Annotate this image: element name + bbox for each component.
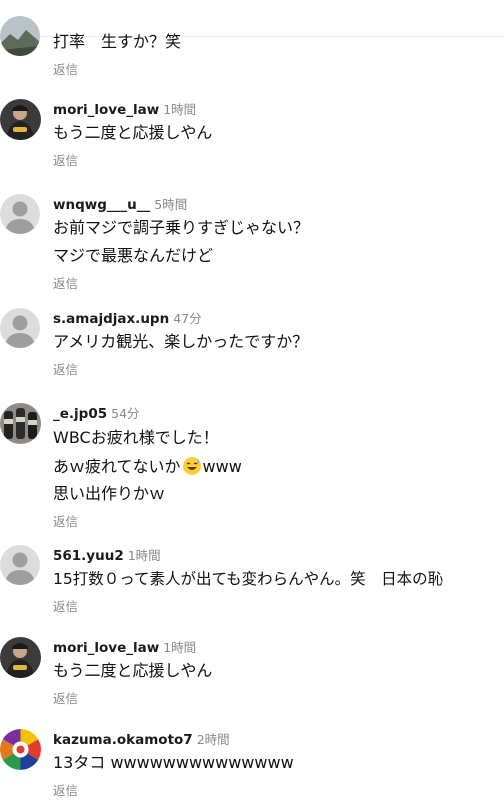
comment-text-line: お前マジで調子乗りすぎじゃない？: [53, 218, 310, 237]
reply-button[interactable]: 返信: [53, 62, 78, 78]
comment-text-line: 15打数０って素人が出ても変わらんやん。笑 日本の恥: [53, 570, 444, 588]
comment-text-line: あｗ疲れてないか www: [53, 456, 242, 481]
color-wheel-avatar-icon: [0, 729, 41, 770]
timestamp: 47分: [173, 311, 202, 326]
baseball-player-avatar-icon: [0, 99, 41, 140]
reply-button[interactable]: 返信: [53, 276, 78, 292]
comment-text-line: マジで最悪なんだけど: [53, 246, 214, 265]
username-link[interactable]: s.amajdjax.upn: [53, 311, 169, 327]
reply-button[interactable]: 返信: [53, 783, 78, 799]
comment-text-segment: www: [202, 457, 242, 476]
username-link[interactable]: kazuma.okamoto7: [53, 732, 193, 748]
comment-text-line: 打率 生すか？笑: [53, 32, 182, 51]
default-person-avatar-icon: [0, 545, 40, 585]
comment-item: s.amajdjax.upn 47分 アメリカ観光、楽しかったですか？ 返信: [0, 308, 504, 383]
comment-feed: 打率 生すか？笑 返信 mori_love_law 1時間 もう二度と応援しやん …: [0, 0, 504, 810]
reply-button[interactable]: 返信: [53, 362, 78, 378]
user-avatar[interactable]: [0, 308, 40, 348]
default-person-avatar-icon: [0, 308, 40, 348]
user-avatar[interactable]: [0, 729, 41, 770]
reply-button[interactable]: 返信: [53, 599, 78, 615]
comment-text-segment: あｗ疲れてないか: [53, 457, 181, 476]
user-avatar[interactable]: [0, 194, 40, 234]
comment-text-line: もう二度と応援しやん: [53, 661, 213, 680]
default-person-avatar-icon: [0, 194, 40, 234]
comment-text-line: 13タコ wwwwwwwwwwwwww: [53, 753, 294, 772]
baseball-player-avatar-icon: [0, 637, 41, 678]
comment-meta: s.amajdjax.upn 47分: [53, 309, 202, 327]
comment-text-line: 思い出作りかｗ: [53, 484, 166, 503]
comment-meta: 561.yuu2 1時間: [53, 546, 161, 564]
timestamp: 1時間: [163, 102, 197, 117]
comment-item: wnqwg___u__ 5時間 お前マジで調子乗りすぎじゃない？ マジで最悪なんだ…: [0, 194, 504, 294]
username-link[interactable]: 561.yuu2: [53, 548, 124, 564]
comment-item: 打率 生すか？笑 返信: [0, 16, 504, 88]
timestamp: 5時間: [154, 197, 188, 212]
reply-button[interactable]: 返信: [53, 691, 78, 707]
user-avatar[interactable]: [0, 637, 41, 678]
comment-meta: mori_love_law 1時間: [53, 638, 196, 656]
user-avatar[interactable]: [0, 545, 40, 585]
username-link[interactable]: _e.jp05: [53, 406, 107, 422]
user-avatar[interactable]: [0, 16, 40, 56]
comment-text-line: WBCお疲れ様でした！: [53, 428, 219, 447]
comment-text-line: アメリカ観光、楽しかったですか？: [53, 332, 309, 351]
user-avatar[interactable]: [0, 99, 41, 140]
timestamp: 1時間: [127, 548, 161, 563]
comment-meta: kazuma.okamoto7 2時間: [53, 730, 230, 748]
comment-item: 561.yuu2 1時間 15打数０って素人が出ても変わらんやん。笑 日本の恥 返…: [0, 545, 504, 620]
username-link[interactable]: mori_love_law: [53, 102, 159, 118]
landscape-avatar-icon: [0, 16, 40, 56]
comment-text-line: もう二度と応援しやん: [53, 123, 213, 142]
comment-item: mori_love_law 1時間 もう二度と応援しやん 返信: [0, 99, 504, 174]
comment-meta: mori_love_law 1時間: [53, 100, 196, 118]
comment-item: mori_love_law 1時間 もう二度と応援しやん 返信: [0, 637, 504, 712]
username-link[interactable]: wnqwg___u__: [53, 197, 150, 213]
timestamp: 1時間: [163, 640, 197, 655]
comment-item: kazuma.okamoto7 2時間 13タコ wwwwwwwwwwwwww 返…: [0, 729, 504, 809]
username-link[interactable]: mori_love_law: [53, 640, 159, 656]
comment-meta: _e.jp05 54分: [53, 404, 140, 422]
sweat-smile-emoji-icon: [182, 456, 202, 481]
comment-item: _e.jp05 54分 WBCお疲れ様でした！ あｗ疲れてないか www 思い出作り…: [0, 403, 504, 533]
user-avatar[interactable]: [0, 403, 41, 444]
timestamp: 54分: [111, 406, 140, 421]
comment-meta: wnqwg___u__ 5時間: [53, 195, 187, 213]
reply-button[interactable]: 返信: [53, 153, 78, 169]
bottles-avatar-icon: [0, 403, 41, 444]
reply-button[interactable]: 返信: [53, 514, 78, 530]
timestamp: 2時間: [196, 732, 230, 747]
